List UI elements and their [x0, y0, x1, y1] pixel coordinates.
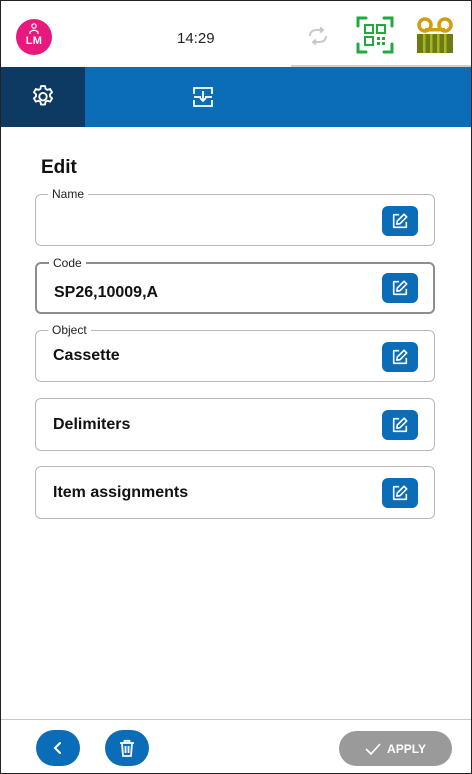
status-bar: LM 14:29 [1, 1, 471, 67]
apply-label: APPLY [387, 741, 426, 756]
name-field-label: Name [48, 187, 89, 201]
tab-settings[interactable] [1, 67, 85, 127]
edit-item-assignments-button[interactable] [382, 478, 418, 508]
trash-icon [120, 739, 134, 757]
edit-icon [392, 213, 408, 229]
qr-code-icon[interactable] [355, 15, 395, 55]
check-icon [365, 742, 381, 755]
item-assignments-field[interactable]: Item assignments [35, 466, 435, 519]
tape-icon[interactable] [415, 16, 455, 54]
edit-icon [392, 349, 408, 365]
back-button[interactable] [36, 730, 80, 766]
sync-icon[interactable] [306, 27, 330, 45]
name-field[interactable]: Name [35, 187, 435, 246]
edit-object-button[interactable] [382, 342, 418, 372]
app-frame: LM 14:29 Edit Name Code SP26,10009,A Obj… [0, 0, 472, 774]
edit-name-button[interactable] [382, 206, 418, 236]
object-field-value: Cassette [53, 347, 120, 364]
import-icon [193, 87, 213, 107]
clock: 14:29 [177, 30, 215, 47]
delimiters-field-value: Delimiters [53, 416, 131, 433]
object-field-label: Object [48, 323, 91, 337]
edit-delimiters-button[interactable] [382, 410, 418, 440]
code-field-label: Code [49, 256, 86, 270]
page-title: Edit [41, 157, 77, 178]
delete-button[interactable] [105, 730, 149, 766]
edit-icon [392, 280, 408, 296]
gear-icon [32, 85, 54, 106]
apply-button[interactable]: APPLY [339, 731, 452, 766]
edit-code-button[interactable] [382, 273, 418, 303]
code-field-value: SP26,10009,A [54, 284, 159, 301]
delimiters-field[interactable]: Delimiters [35, 398, 435, 451]
code-field[interactable]: Code SP26,10009,A [35, 256, 435, 314]
chevron-left-icon [53, 742, 61, 754]
item-assignments-field-value: Item assignments [53, 484, 189, 501]
avatar[interactable]: LM [16, 19, 52, 55]
tab-import[interactable] [85, 67, 321, 127]
tab-bar [1, 67, 471, 127]
user-initials: LM [25, 35, 43, 47]
edit-icon [392, 417, 408, 433]
footer-divider [1, 719, 471, 720]
person-icon [29, 23, 39, 34]
object-field[interactable]: Object Cassette [35, 323, 435, 382]
edit-icon [392, 485, 408, 501]
